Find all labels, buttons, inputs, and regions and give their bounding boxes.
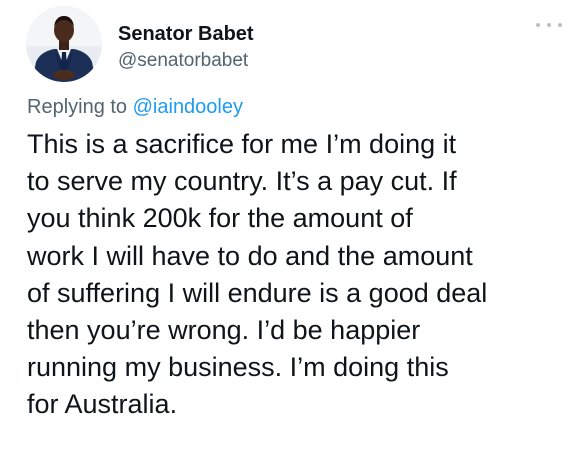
author-handle[interactable]: @senatorbabet bbox=[118, 49, 248, 73]
more-horizontal-icon bbox=[536, 23, 540, 27]
tweet-card: Senator Babet @senatorbabet Replying to … bbox=[0, 0, 571, 474]
avatar[interactable] bbox=[26, 6, 102, 82]
replying-to: Replying to @iaindooley bbox=[27, 95, 243, 119]
avatar-image bbox=[26, 6, 102, 82]
author-display-name[interactable]: Senator Babet bbox=[118, 22, 254, 46]
tweet-text: This is a sacrifice for me I’m doing it … bbox=[27, 126, 567, 424]
more-horizontal-icon bbox=[547, 23, 551, 27]
tweet-text-line: of suffering I will endure is a good dea… bbox=[27, 277, 488, 308]
tweet-text-line: running my business. I’m doing this bbox=[27, 352, 449, 383]
tweet-text-line: you think 200k for the amount of bbox=[27, 203, 413, 234]
replying-to-label: Replying to bbox=[27, 96, 128, 118]
reply-mention-link[interactable]: @iaindooley bbox=[133, 96, 243, 118]
tweet-text-line: to serve my country. It’s a pay cut. If bbox=[27, 166, 457, 197]
tweet-text-line: This is a sacrifice for me I’m doing it bbox=[27, 129, 457, 159]
tweet-text-line: work I will have to do and the amount bbox=[27, 240, 473, 271]
tweet-text-line: for Australia. bbox=[27, 389, 178, 420]
more-horizontal-icon bbox=[558, 23, 562, 27]
tweet-text-line: then you’re wrong. I’d be happier bbox=[27, 315, 421, 346]
more-options-button[interactable] bbox=[536, 18, 562, 32]
